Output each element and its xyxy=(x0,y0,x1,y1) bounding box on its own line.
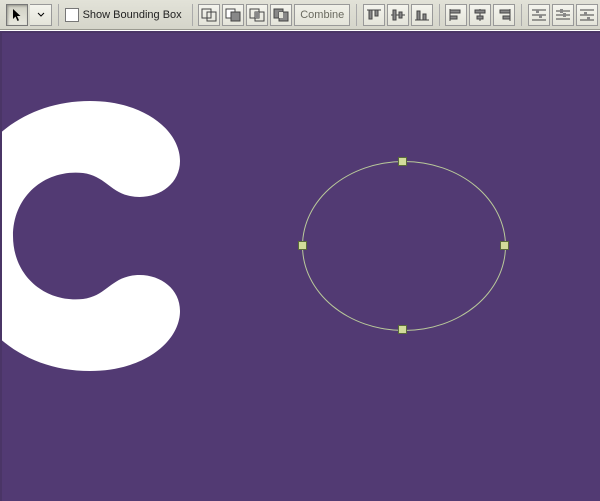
align-left-icon xyxy=(448,8,464,22)
distribute-bottom-button[interactable] xyxy=(576,4,598,26)
selected-ellipse-path[interactable] xyxy=(302,161,506,331)
separator xyxy=(192,4,193,26)
anchor-point-top[interactable] xyxy=(398,157,407,166)
align-right-icon xyxy=(496,8,512,22)
separator xyxy=(356,4,357,26)
anchor-point-left[interactable] xyxy=(298,241,307,250)
align-bottom-button[interactable] xyxy=(411,4,433,26)
align-vcenter-icon xyxy=(390,8,406,22)
chevron-down-icon xyxy=(37,12,45,18)
show-bounding-box-checkbox[interactable]: Show Bounding Box xyxy=(65,8,182,22)
selection-tool-dropdown[interactable] xyxy=(30,4,52,26)
align-top-icon xyxy=(366,8,382,22)
distribute-vcenter-icon xyxy=(555,8,571,22)
pathfinder-exclude-button[interactable] xyxy=(270,4,292,26)
align-top-button[interactable] xyxy=(363,4,385,26)
pathfinder-minus-front-icon xyxy=(225,8,241,22)
anchor-point-right[interactable] xyxy=(500,241,509,250)
align-vertical-center-button[interactable] xyxy=(387,4,409,26)
show-bounding-box-label: Show Bounding Box xyxy=(83,9,182,21)
align-right-button[interactable] xyxy=(493,4,515,26)
white-c-shape xyxy=(0,101,215,371)
ruler-edge-horizontal xyxy=(0,31,600,33)
pathfinder-minus-front-button[interactable] xyxy=(222,4,244,26)
combine-label: Combine xyxy=(300,9,344,21)
selection-arrow-icon xyxy=(12,8,22,22)
selection-tool-button[interactable] xyxy=(6,4,28,26)
checkbox-box-icon xyxy=(65,8,79,22)
pathfinder-intersect-button[interactable] xyxy=(246,4,268,26)
combine-button[interactable]: Combine xyxy=(294,4,350,26)
pathfinder-intersect-icon xyxy=(249,8,265,22)
artboard-canvas[interactable] xyxy=(0,31,600,501)
align-horizontal-center-button[interactable] xyxy=(469,4,491,26)
align-hcenter-icon xyxy=(472,8,488,22)
anchor-point-bottom[interactable] xyxy=(398,325,407,334)
align-bottom-icon xyxy=(414,8,430,22)
distribute-top-button[interactable] xyxy=(528,4,550,26)
separator xyxy=(521,4,522,26)
pathfinder-unite-icon xyxy=(201,8,217,22)
distribute-bottom-icon xyxy=(579,8,595,22)
distribute-top-icon xyxy=(531,8,547,22)
options-toolbar: Show Bounding Box Combine xyxy=(0,0,600,30)
pathfinder-exclude-icon xyxy=(273,8,289,22)
separator xyxy=(439,4,440,26)
align-left-button[interactable] xyxy=(445,4,467,26)
ruler-edge-vertical xyxy=(0,31,2,501)
pathfinder-unite-button[interactable] xyxy=(198,4,220,26)
distribute-vertical-center-button[interactable] xyxy=(552,4,574,26)
separator xyxy=(58,4,59,26)
